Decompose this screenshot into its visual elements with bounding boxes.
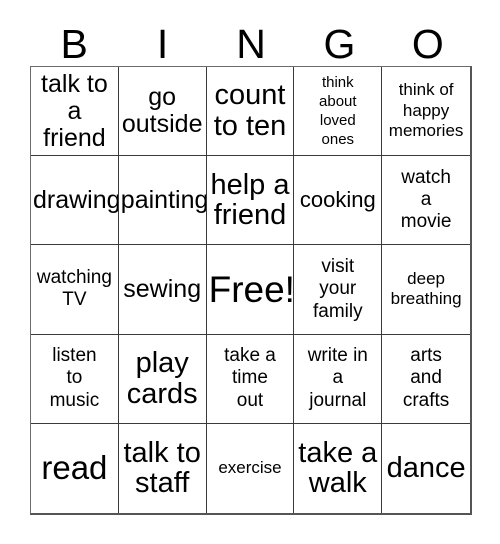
bingo-cell-label: painting xyxy=(120,185,207,214)
bingo-cell-label: dance xyxy=(386,452,466,485)
bingo-cell[interactable]: play cards xyxy=(118,334,207,424)
bingo-cell-label: watching TV xyxy=(36,267,112,311)
bingo-cell[interactable]: take a walk xyxy=(294,423,383,513)
bingo-cell[interactable]: write in a journal xyxy=(294,334,383,424)
bingo-cell[interactable]: think of happy memories xyxy=(382,67,470,157)
bingo-cell[interactable]: take a time out xyxy=(206,334,295,424)
bingo-cell-label: count to ten xyxy=(213,79,287,143)
bingo-cell-label: exercise xyxy=(218,458,282,478)
bingo-cell-label: think about loved ones xyxy=(319,73,357,149)
bingo-card: B I N G O talk to a friend go outside coun… xyxy=(0,0,500,544)
bingo-cell-label: cooking xyxy=(299,186,376,212)
bingo-cell[interactable]: go outside xyxy=(118,67,207,157)
bingo-cell-label: help a friend xyxy=(210,168,290,232)
bingo-cell-label: listen to music xyxy=(49,345,100,411)
bingo-cell-label: take a time out xyxy=(224,345,276,411)
bingo-cell-label: visit your family xyxy=(312,255,363,322)
bingo-cell[interactable]: arts and crafts xyxy=(382,334,470,424)
bingo-cell-label: read xyxy=(41,449,108,487)
bingo-cell[interactable]: count to ten xyxy=(206,67,295,157)
header-letter-i: I xyxy=(156,21,169,67)
bingo-cell[interactable]: dance xyxy=(382,423,470,513)
bingo-cell-label: drawing xyxy=(33,185,119,214)
bingo-cell-label: sewing xyxy=(123,274,202,303)
bingo-cell-label: arts and crafts xyxy=(402,345,450,411)
header-letter-g: G xyxy=(323,21,356,67)
bingo-cell[interactable]: watching TV xyxy=(31,245,119,335)
bingo-cell[interactable]: exercise xyxy=(206,423,295,513)
bingo-grid: talk to a friend go outside count to ten th… xyxy=(30,66,472,515)
bingo-header-row: B I N G O xyxy=(30,14,472,66)
bingo-cell-label: Free! xyxy=(208,268,295,310)
bingo-cell-label: talk to a friend xyxy=(41,69,108,152)
header-letter-n: N xyxy=(236,21,266,67)
bingo-cell[interactable]: think about loved ones xyxy=(294,67,383,157)
header-letter-b: B xyxy=(60,21,88,67)
bingo-cell[interactable]: visit your family xyxy=(294,245,383,335)
bingo-cell[interactable]: drawing xyxy=(31,156,119,246)
bingo-cell[interactable]: read xyxy=(31,423,119,513)
bingo-cell-label: write in a journal xyxy=(307,345,368,411)
bingo-cell[interactable]: listen to music xyxy=(31,334,119,424)
bingo-cell-label: go outside xyxy=(121,83,203,139)
bingo-cell[interactable]: deep breathing xyxy=(382,245,470,335)
header-letter-o: O xyxy=(411,21,444,67)
bingo-cell-label: play cards xyxy=(126,346,198,410)
bingo-cell-label: think of happy memories xyxy=(388,79,464,141)
bingo-cell-label: deep breathing xyxy=(390,268,462,309)
bingo-cell[interactable]: talk to a friend xyxy=(31,67,119,157)
bingo-cell[interactable]: sewing xyxy=(118,245,207,335)
bingo-cell[interactable]: help a friend xyxy=(206,156,295,246)
bingo-cell-label: take a walk xyxy=(298,436,378,500)
bingo-cell[interactable]: talk to staff xyxy=(118,423,207,513)
bingo-cell-label: talk to staff xyxy=(123,436,201,500)
bingo-cell[interactable]: watch a movie xyxy=(382,156,470,246)
bingo-cell[interactable]: cooking xyxy=(294,156,383,246)
bingo-cell-free-space[interactable]: Free! xyxy=(206,245,295,335)
bingo-cell-label: watch a movie xyxy=(400,166,452,233)
bingo-cell[interactable]: painting xyxy=(118,156,207,246)
